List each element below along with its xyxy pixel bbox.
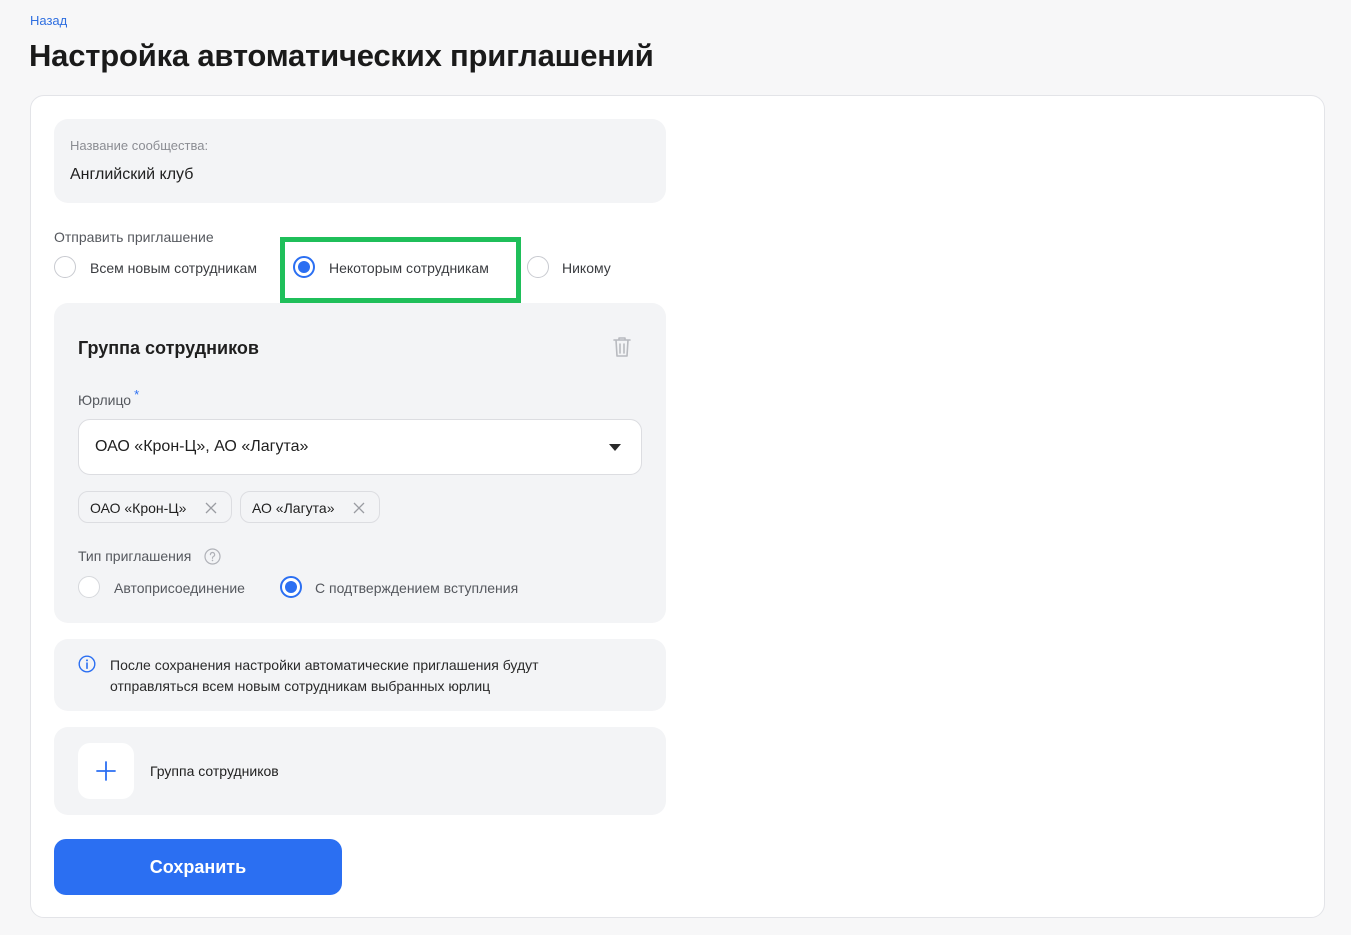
community-name-label: Название сообщества: <box>70 138 209 153</box>
trash-icon[interactable] <box>611 335 633 359</box>
page-title: Настройка автоматических приглашений <box>29 38 654 73</box>
back-link[interactable]: Назад <box>30 13 67 28</box>
legal-entity-select[interactable]: ОАО «Крон-Ц», АО «Лагута» <box>78 419 642 475</box>
close-icon[interactable] <box>353 502 365 514</box>
chip-label: ОАО «Крон-Ц» <box>90 500 187 516</box>
add-employee-group-button[interactable]: Группа сотрудников <box>54 727 666 815</box>
info-text: После сохранения настройки автоматически… <box>110 657 539 694</box>
required-mark: * <box>134 387 140 402</box>
help-icon[interactable] <box>204 548 221 565</box>
close-icon[interactable] <box>205 502 217 514</box>
community-name-field: Название сообщества: Английский клуб <box>54 119 666 203</box>
add-employee-group-label: Группа сотрудников <box>150 763 279 779</box>
radio-with-confirmation[interactable] <box>280 576 302 598</box>
add-plus-tile <box>78 743 134 799</box>
radio-nobody-label[interactable]: Никому <box>562 260 611 276</box>
send-invite-label: Отправить приглашение <box>54 229 214 245</box>
highlight-box <box>280 237 521 303</box>
info-notice: После сохранения настройки автоматически… <box>54 639 666 711</box>
chip-label: АО «Лагута» <box>252 500 335 516</box>
employee-group-panel: Группа сотрудников Юрлицо * ОАО «Крон-Ц»,… <box>54 303 666 623</box>
radio-nobody[interactable] <box>527 256 549 278</box>
info-icon <box>78 655 96 673</box>
legal-entity-label: Юрлицо * <box>78 387 140 408</box>
community-name-value: Английский клуб <box>70 166 194 183</box>
employee-group-title: Группа сотрудников <box>78 338 259 358</box>
radio-auto-join-label[interactable]: Автоприсоединение <box>114 580 245 596</box>
radio-with-confirmation-label[interactable]: С подтверждением вступления <box>315 580 518 596</box>
radio-all-new-employees-label[interactable]: Всем новым сотрудникам <box>90 260 257 276</box>
settings-card: Название сообщества: Английский клуб Отп… <box>30 95 1325 918</box>
invite-type-label: Тип приглашения <box>78 548 192 564</box>
legal-entity-select-value: ОАО «Крон-Ц», АО «Лагута» <box>95 438 309 455</box>
plus-icon <box>96 761 116 781</box>
chip-laguta: АО «Лагута» <box>240 491 380 523</box>
chip-kron: ОАО «Крон-Ц» <box>78 491 232 523</box>
radio-auto-join[interactable] <box>78 576 100 598</box>
chevron-down-icon <box>609 444 621 451</box>
radio-all-new-employees[interactable] <box>54 256 76 278</box>
save-button[interactable]: Сохранить <box>54 839 342 895</box>
